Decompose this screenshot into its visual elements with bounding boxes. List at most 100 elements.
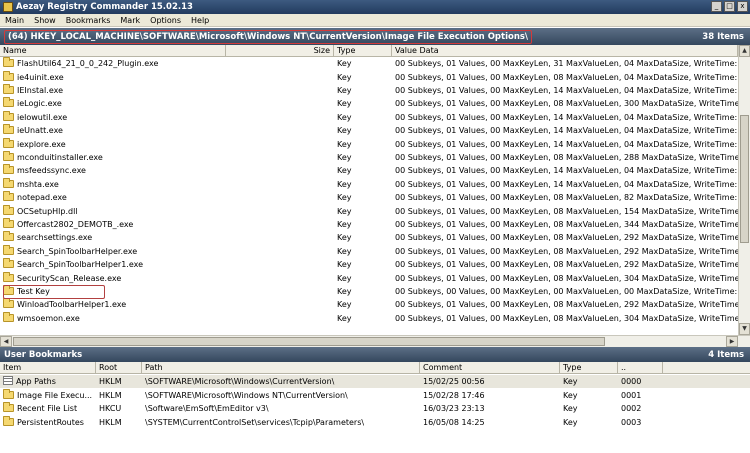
registry-name-cell: notepad.exe [0,191,226,204]
bookmarks-header: Item Root Path Comment Type .. [0,362,750,374]
scroll-right-button[interactable]: ▶ [726,336,738,347]
minimize-button[interactable]: _ [711,1,722,12]
registry-row[interactable]: Search_SpinToolbarHelper.exe Key 00 Subkey… [0,244,738,258]
registry-name-cell: Search_SpinToolbarHelper.exe [0,244,226,258]
registry-row[interactable]: Offercast2802_DEMOTB_.exe Key 00 Subkeys, … [0,217,738,231]
column-type[interactable]: Type [334,45,392,56]
registry-name-cell: Search_SpinToolbarHelper1.exe [0,258,226,271]
registry-type-cell: Key [337,139,352,149]
bookmark-item-cell: Recent File List [0,402,96,415]
bookmark-row[interactable]: PersistentRoutes HKLM \SYSTEM\CurrentContr… [0,415,750,429]
column-root[interactable]: Root [96,362,142,373]
registry-type-cell: Key [337,246,352,256]
horizontal-scroll-thumb[interactable] [13,337,605,346]
registry-name-cell: ieUnatt.exe [0,124,226,137]
registry-name-cell: ieLogic.exe [0,97,226,110]
bookmarks-bar: User Bookmarks 4 Items [0,347,750,362]
registry-row[interactable]: SecurityScan_Release.exe Key 00 Subkeys, 0… [0,271,738,284]
registry-value-cell: 00 Subkeys, 01 Values, 00 MaxKeyLen, 14 … [395,112,738,122]
column-size[interactable]: Size [226,45,334,56]
registry-row[interactable]: notepad.exe Key 00 Subkeys, 01 Values, 00 … [0,191,738,204]
registry-type-cell: Key [337,72,352,82]
folder-icon [3,415,14,426]
menu-mark[interactable]: Mark [115,16,145,25]
menu-main[interactable]: Main [0,16,29,25]
scroll-thumb[interactable] [740,115,749,243]
column-value-data[interactable]: Value Data [392,45,738,56]
bookmark-row[interactable]: Image File Execu... HKLM \SOFTWARE\Microso… [0,388,750,402]
registry-type-cell: Key [337,286,352,296]
column-item[interactable]: Item [0,362,96,373]
registry-row[interactable]: searchsettings.exe Key 00 Subkeys, 01 Valu… [0,231,738,244]
registry-row[interactable]: Test Key Key 00 Subkeys, 00 Values, 00 Max… [0,284,738,298]
registry-type-cell: Key [337,179,352,189]
maximize-button[interactable]: □ [724,1,735,12]
registry-row[interactable]: IEInstal.exe Key 00 Subkeys, 01 Values, 00… [0,83,738,97]
registry-header: Name Size Type Value Data [0,45,738,57]
scroll-left-button[interactable]: ◀ [0,336,12,347]
registry-path[interactable]: (64) HKEY_LOCAL_MACHINE\SOFTWARE\Microso… [4,29,533,44]
registry-value-cell: 00 Subkeys, 01 Values, 00 MaxKeyLen, 14 … [395,166,738,176]
registry-row[interactable]: mshta.exe Key 00 Subkeys, 01 Values, 00 Ma… [0,177,738,191]
registry-key-name: mconduitinstaller.exe [17,152,103,162]
folder-icon [3,311,14,322]
bookmark-row[interactable]: Recent File List HKCU \Software\EmSoft\EmE… [0,402,750,415]
registry-value-cell: 00 Subkeys, 01 Values, 00 MaxKeyLen, 08 … [395,260,738,270]
bookmark-path-cell: \SOFTWARE\Microsoft\Windows NT\CurrentVe… [145,390,348,400]
bookmark-comment-cell: 16/05/08 14:25 [423,417,485,427]
registry-value-cell: 00 Subkeys, 01 Values, 00 MaxKeyLen, 08 … [395,313,738,323]
bookmarks-title: User Bookmarks [4,349,83,360]
registry-value-cell: 00 Subkeys, 01 Values, 00 MaxKeyLen, 08 … [395,152,738,162]
bookmark-type-cell: Key [563,404,578,414]
column-type[interactable]: Type [560,362,618,373]
registry-type-cell: Key [337,193,352,203]
registry-row[interactable]: OCSetupHlp.dll Key 00 Subkeys, 01 Values, … [0,204,738,217]
menu-help[interactable]: Help [186,16,214,25]
registry-type-cell: Key [337,99,352,109]
window-title: Aezay Registry Commander 15.02.13 [16,2,193,12]
registry-row[interactable]: ieLogic.exe Key 00 Subkeys, 01 Values, 00 … [0,97,738,110]
registry-row[interactable]: iexplore.exe Key 00 Subkeys, 01 Values, 00… [0,137,738,150]
registry-key-name: Offercast2802_DEMOTB_.exe [17,219,134,229]
menu-bookmarks[interactable]: Bookmarks [61,16,116,25]
folder-icon [3,83,14,94]
folder-icon [3,204,14,215]
close-button[interactable]: x [737,1,748,12]
bookmark-number-cell: 0003 [621,417,642,427]
registry-name-cell: Offercast2802_DEMOTB_.exe [0,217,226,231]
folder-icon [3,70,14,81]
menu-options[interactable]: Options [145,16,186,25]
registry-row[interactable]: WinloadToolbarHelper1.exe Key 00 Subkeys, … [0,298,738,311]
registry-key-name: SecurityScan_Release.exe [17,273,122,283]
column-name[interactable]: Name [0,45,226,56]
folder-icon [3,124,14,135]
registry-row[interactable]: ie4uinit.exe Key 00 Subkeys, 01 Values, 00… [0,70,738,83]
registry-key-name: ielowutil.exe [17,112,68,122]
registry-key-name: Search_SpinToolbarHelper1.exe [17,260,144,270]
scroll-down-button[interactable]: ▼ [739,323,750,335]
registry-key-name: OCSetupHlp.dll [17,206,78,216]
column-comment[interactable]: Comment [420,362,560,373]
scroll-up-button[interactable]: ▲ [739,45,750,57]
registry-row[interactable]: mconduitinstaller.exe Key 00 Subkeys, 01 V… [0,150,738,164]
registry-row[interactable]: msfeedssync.exe Key 00 Subkeys, 01 Values,… [0,164,738,177]
menu-show[interactable]: Show [29,16,61,25]
column-number[interactable]: .. [618,362,663,373]
registry-value-cell: 00 Subkeys, 01 Values, 00 MaxKeyLen, 31 … [395,59,738,69]
registry-name-cell: searchsettings.exe [0,231,226,244]
registry-name-cell: Test Key [0,284,226,298]
registry-vertical-scrollbar[interactable]: ▲ ▼ [738,45,750,335]
registry-row[interactable]: Search_SpinToolbarHelper1.exe Key 00 Subke… [0,258,738,271]
registry-row[interactable]: ielowutil.exe Key 00 Subkeys, 01 Values, 0… [0,110,738,124]
registry-row[interactable]: wmsoemon.exe Key 00 Subkeys, 01 Values, 00… [0,311,738,325]
registry-key-name: IEInstal.exe [17,85,64,95]
registry-row[interactable]: FlashUtil64_21_0_0_242_Plugin.exe Key 00 S… [0,57,738,70]
registry-horizontal-scrollbar[interactable]: ◀ ▶ [0,335,750,347]
registry-name-cell: ie4uinit.exe [0,70,226,84]
registry-row[interactable]: ieUnatt.exe Key 00 Subkeys, 01 Values, 00 … [0,124,738,137]
registry-name-cell: WinloadToolbarHelper1.exe [0,298,226,311]
registry-key-name: Search_SpinToolbarHelper.exe [17,246,138,256]
column-path[interactable]: Path [142,362,420,373]
bookmark-row[interactable]: App Paths HKLM \SOFTWARE\Microsoft\Windows… [0,375,750,389]
registry-key-name: searchsettings.exe [17,233,93,243]
